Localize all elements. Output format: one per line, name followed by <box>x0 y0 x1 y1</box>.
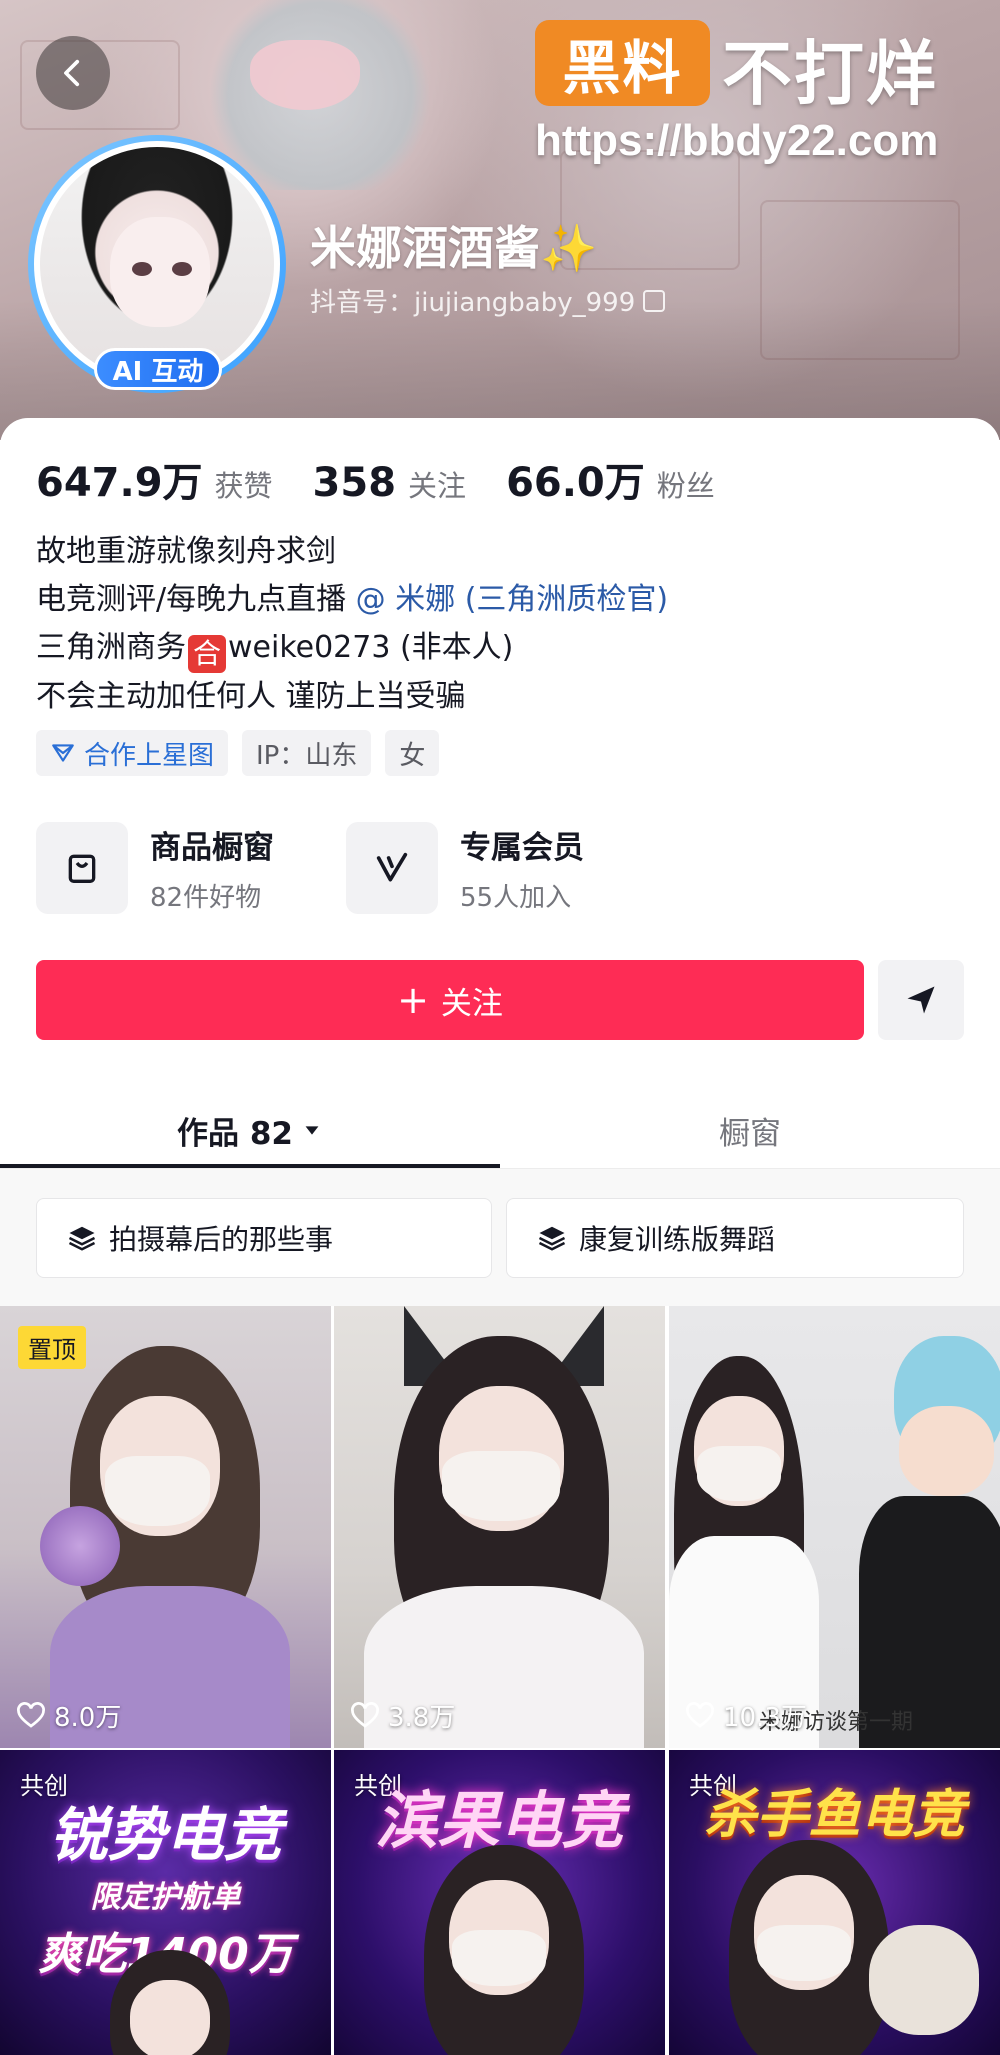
cooperation-icon: 合 <box>188 635 226 673</box>
watermark-url: https://bbdy22.com <box>535 116 939 165</box>
vip-icon <box>376 852 408 882</box>
layers-icon <box>68 1226 96 1251</box>
follow-button[interactable]: + 关注 <box>36 960 864 1040</box>
tab-works[interactable]: 作品 82 <box>0 1090 500 1170</box>
send-icon <box>907 986 935 1014</box>
bio-line: 不会主动加任何人 谨防上当受骗 <box>36 679 466 714</box>
heart-icon <box>686 1701 714 1728</box>
promo-title: 锐势电竞 <box>49 1801 282 1869</box>
star-map-icon <box>52 744 74 762</box>
shopping-bag-icon <box>68 854 96 883</box>
chevron-left-icon <box>64 59 80 87</box>
heart-icon <box>17 1701 45 1728</box>
share-button[interactable] <box>878 960 964 1040</box>
ai-interaction-badge[interactable]: AI 互动 <box>94 348 222 390</box>
banner-decoration <box>250 40 360 110</box>
layers-icon <box>538 1226 566 1251</box>
watermark-logo: 黑料 <box>535 20 710 106</box>
back-button[interactable] <box>36 36 110 110</box>
stats-row: 647.9万 获赞 358 关注 66.0万 粉丝 <box>36 450 755 508</box>
bio-line: 故地重游就像刻舟求剑 <box>36 534 336 569</box>
star-map-tag[interactable]: 合作上星图 <box>36 730 229 776</box>
video-thumbnail[interactable]: 共创 杀手鱼电竞 <box>669 1750 1000 2055</box>
promo-title: 杀手鱼电竞 <box>704 1785 965 1845</box>
video-thumbnail[interactable]: 共创 锐势电竞 限定护航单 爽吃1400万 <box>0 1750 331 2055</box>
video-thumbnail[interactable]: 3.8万 <box>334 1306 665 1748</box>
copy-icon[interactable] <box>643 289 666 312</box>
ip-tag: IP：山东 <box>242 730 372 776</box>
mention-link[interactable]: @ 米娜 (三角洲质检官) <box>356 582 668 617</box>
stat-followers[interactable]: 66.0万 粉丝 <box>506 450 715 508</box>
video-thumbnail[interactable]: 米娜访谈第一期 10.3万 <box>669 1306 1000 1748</box>
video-thumbnail[interactable]: 共创 滨果电竞 <box>334 1750 665 2055</box>
dog-image <box>869 1925 979 2035</box>
like-count: 10.3万 <box>685 1697 807 1734</box>
gender-tag: 女 <box>385 730 440 776</box>
heart-icon <box>351 1701 379 1728</box>
bio-line: 电竞测评/每晚九点直播 @ 米娜 (三角洲质检官) <box>36 582 669 617</box>
pinned-badge: 置顶 <box>18 1326 86 1369</box>
nickname: 米娜酒酒酱✨ <box>310 221 598 275</box>
bio: 故地重游就像刻舟求剑 电竞测评/每晚九点直播 @ 米娜 (三角洲质检官) 三角洲… <box>36 528 668 721</box>
caret-down-icon <box>305 1126 319 1135</box>
shop-window-entry[interactable]: 商品橱窗 82件好物 <box>36 822 274 914</box>
profile-tags: 合作上星图 IP：山东 女 <box>36 730 440 776</box>
tab-showcase[interactable]: 橱窗 <box>500 1090 1000 1170</box>
like-count: 8.0万 <box>16 1697 121 1734</box>
collection-rehab-dance[interactable]: 康复训练版舞蹈 <box>506 1198 964 1278</box>
stat-likes[interactable]: 647.9万 获赞 <box>36 450 273 508</box>
shop-title: 商品橱窗 <box>150 830 274 866</box>
content-tabs: 作品 82 橱窗 <box>0 1090 1000 1170</box>
video-thumbnail[interactable]: 置顶 8.0万 <box>0 1306 331 1748</box>
shop-count: 82件好物 <box>150 883 262 913</box>
bio-line: 三角洲商务合 weike0273 (非本人) <box>36 624 668 673</box>
promo-subtitle: 限定护航单 <box>90 1880 241 1915</box>
douyin-id[interactable]: 抖音号：jiujiangbaby_999 <box>310 282 666 319</box>
watermark-text: 不打烊 <box>722 33 938 115</box>
like-count: 3.8万 <box>350 1697 455 1734</box>
membership-entry[interactable]: 专属会员 55人加入 <box>346 822 584 914</box>
collection-behind-scenes[interactable]: 拍摄幕后的那些事 <box>36 1198 492 1278</box>
stat-following[interactable]: 358 关注 <box>313 460 467 506</box>
member-title: 专属会员 <box>460 830 584 866</box>
member-count: 55人加入 <box>460 883 572 913</box>
plus-icon: + <box>397 978 429 1022</box>
flower-decoration <box>40 1506 120 1586</box>
